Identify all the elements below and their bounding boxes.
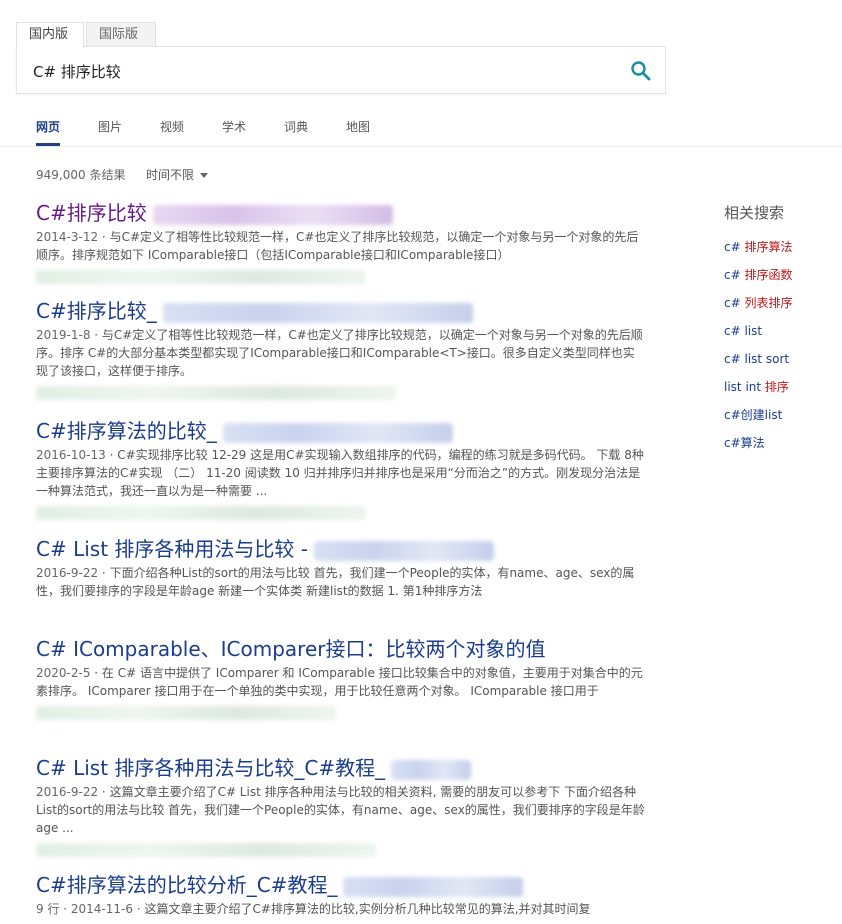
- blurred-url[interactable]: [36, 706, 336, 720]
- result-snippet: 2016-9-22 · 这篇文章主要介绍了C# List 排序各种用法与比较的相…: [36, 785, 645, 835]
- time-filter-dropdown[interactable]: 时间不限: [146, 166, 209, 183]
- result-date: 9 行 · 2014-11-6: [36, 902, 133, 916]
- result-item: C#排序算法的比较分析_C#教程_ 9 行 · 2014-11-6 · 这篇文章…: [36, 872, 656, 918]
- result-snippet-text: 在 C# 语言中提供了 IComparer 和 IComparable 接口比较…: [36, 666, 643, 698]
- result-title-link[interactable]: C#排序比较: [36, 200, 393, 226]
- related-search-item[interactable]: list int 排序: [724, 373, 842, 401]
- tab-web[interactable]: 网页: [36, 118, 61, 146]
- related-search-item[interactable]: c# 列表排序: [724, 289, 842, 317]
- related-query: c#创建list: [724, 408, 783, 422]
- result-snippet-text: C#实现排序比较 12-29 这是用C#实现输入数组排序的代码，编程的练习就是多…: [36, 448, 644, 498]
- result-item: C# IComparable、IComparer接口：比较两个对象的值 2020…: [36, 636, 656, 720]
- tab-domestic[interactable]: 国内版: [16, 22, 84, 48]
- related-query: list int: [724, 380, 765, 394]
- blurred-title-suffix: [391, 759, 472, 780]
- result-date: 2016-9-22: [36, 785, 99, 799]
- result-snippet-text: 与C#定义了相等性比较规范一样，C#也定义了排序比较规范，以确定一个对象与另一个…: [36, 230, 639, 262]
- result-title: C# IComparable、IComparer接口：比较两个对象的值: [36, 637, 546, 661]
- blurred-url[interactable]: [36, 843, 376, 857]
- related-query: c#: [724, 268, 745, 282]
- result-date: 2020-2-5: [36, 666, 91, 680]
- result-snippet: 9 行 · 2014-11-6 · 这篇文章主要介绍了C#排序算法的比较,实例分…: [36, 902, 591, 916]
- blurred-url[interactable]: [36, 270, 366, 284]
- blurred-title-suffix: [152, 204, 393, 225]
- result-item: C#排序比较 2014-3-12 · 与C#定义了相等性比较规范一样，C#也定义…: [36, 200, 656, 284]
- result-count: 949,000 条结果: [36, 168, 126, 182]
- blurred-title-suffix: [343, 876, 524, 897]
- result-title-link[interactable]: C#排序算法的比较_: [36, 418, 453, 444]
- search-button[interactable]: [629, 59, 653, 83]
- result-snippet: 2019-1-8 · 与C#定义了相等性比较规范一样，C#也定义了排序比较规范，…: [36, 328, 643, 378]
- result-title: C# List 排序各种用法与比较_C#教程_: [36, 756, 386, 780]
- related-query: c# list: [724, 324, 763, 338]
- result-title-link[interactable]: C#排序比较_: [36, 298, 473, 324]
- result-snippet: 2020-2-5 · 在 C# 语言中提供了 IComparer 和 IComp…: [36, 666, 643, 698]
- tab-maps[interactable]: 地图: [346, 118, 370, 146]
- related-query: c#: [724, 296, 745, 310]
- result-item: C#排序比较_ 2019-1-8 · 与C#定义了相等性比较规范一样，C#也定义…: [36, 298, 656, 400]
- result-item: C# List 排序各种用法与比较_C#教程_ 2016-9-22 · 这篇文章…: [36, 755, 656, 857]
- tab-dictionary[interactable]: 词典: [284, 118, 308, 146]
- result-snippet: 2016-9-22 · 下面介绍各种List的sort的用法与比较 首先，我们建…: [36, 566, 635, 598]
- related-search-item[interactable]: c# list: [724, 317, 842, 345]
- search-box: [16, 46, 666, 94]
- result-snippet-text: 与C#定义了相等性比较规范一样，C#也定义了排序比较规范，以确定一个对象与另一个…: [36, 328, 643, 378]
- related-highlight: 排序: [764, 380, 789, 394]
- related-highlight: 列表排序: [744, 296, 793, 310]
- result-title-link[interactable]: C#排序算法的比较分析_C#教程_: [36, 872, 524, 898]
- result-title: C# List 排序各种用法与比较 -: [36, 537, 308, 561]
- related-search-item[interactable]: c#创建list: [724, 401, 842, 429]
- tab-academic[interactable]: 学术: [222, 118, 246, 146]
- blurred-url[interactable]: [36, 386, 396, 400]
- vertical-nav: 网页 图片 视频 学术 词典 地图: [0, 108, 842, 147]
- tab-images[interactable]: 图片: [98, 118, 122, 146]
- related-search-item[interactable]: c#算法: [724, 429, 842, 457]
- result-item: C# List 排序各种用法与比较 - 2016-9-22 · 下面介绍各种Li…: [36, 536, 656, 600]
- result-title: C#排序算法的比较_: [36, 419, 217, 443]
- time-filter-label: 时间不限: [146, 168, 195, 182]
- result-item: C#排序算法的比较_ 2016-10-13 · C#实现排序比较 12-29 这…: [36, 418, 656, 520]
- related-highlight: 排序函数: [744, 268, 793, 282]
- search-icon: [631, 61, 651, 81]
- tab-videos[interactable]: 视频: [160, 118, 184, 146]
- result-snippet: 2014-3-12 · 与C#定义了相等性比较规范一样，C#也定义了排序比较规范…: [36, 230, 639, 262]
- blurred-title-suffix: [313, 540, 494, 561]
- result-title: C#排序比较_: [36, 299, 157, 323]
- related-search-item[interactable]: c# list sort: [724, 345, 842, 373]
- related-search-item[interactable]: c# 排序函数: [724, 261, 842, 289]
- blurred-url[interactable]: [36, 506, 366, 520]
- result-date: 2016-9-22: [36, 566, 99, 580]
- related-query: c# list sort: [724, 352, 790, 366]
- result-title-link[interactable]: C# IComparable、IComparer接口：比较两个对象的值: [36, 636, 546, 662]
- blurred-title-suffix: [222, 422, 453, 443]
- result-snippet-text: 这篇文章主要介绍了C# List 排序各种用法与比较的相关资料, 需要的朋友可以…: [36, 785, 645, 835]
- result-snippet-text: 这篇文章主要介绍了C#排序算法的比较,实例分析几种比较常见的算法,并对其时间复: [144, 902, 591, 916]
- related-query: c#: [724, 240, 745, 254]
- caret-down-icon: [200, 173, 209, 178]
- result-date: 2019-1-8: [36, 328, 91, 342]
- tab-international[interactable]: 国际版: [86, 22, 156, 46]
- related-highlight: 排序算法: [744, 240, 793, 254]
- blurred-title-suffix: [162, 302, 473, 323]
- result-title-link[interactable]: C# List 排序各种用法与比较 -: [36, 536, 494, 562]
- result-title-link[interactable]: C# List 排序各种用法与比较_C#教程_: [36, 755, 472, 781]
- related-searches: 相关搜索 c# 排序算法 c# 排序函数 c# 列表排序 c# list c# …: [724, 202, 842, 457]
- related-query: c#算法: [724, 436, 765, 450]
- search-input[interactable]: [33, 59, 623, 83]
- result-title: C#排序比较: [36, 201, 147, 225]
- related-search-item[interactable]: c# 排序算法: [724, 233, 842, 261]
- related-searches-title: 相关搜索: [724, 204, 785, 222]
- result-date: 2016-10-13: [36, 448, 106, 462]
- result-date: 2014-3-12: [36, 230, 99, 244]
- result-title: C#排序算法的比较分析_C#教程_: [36, 873, 338, 897]
- result-snippet: 2016-10-13 · C#实现排序比较 12-29 这是用C#实现输入数组排…: [36, 448, 644, 498]
- result-snippet-text: 下面介绍各种List的sort的用法与比较 首先，我们建一个People的实体，…: [36, 566, 635, 598]
